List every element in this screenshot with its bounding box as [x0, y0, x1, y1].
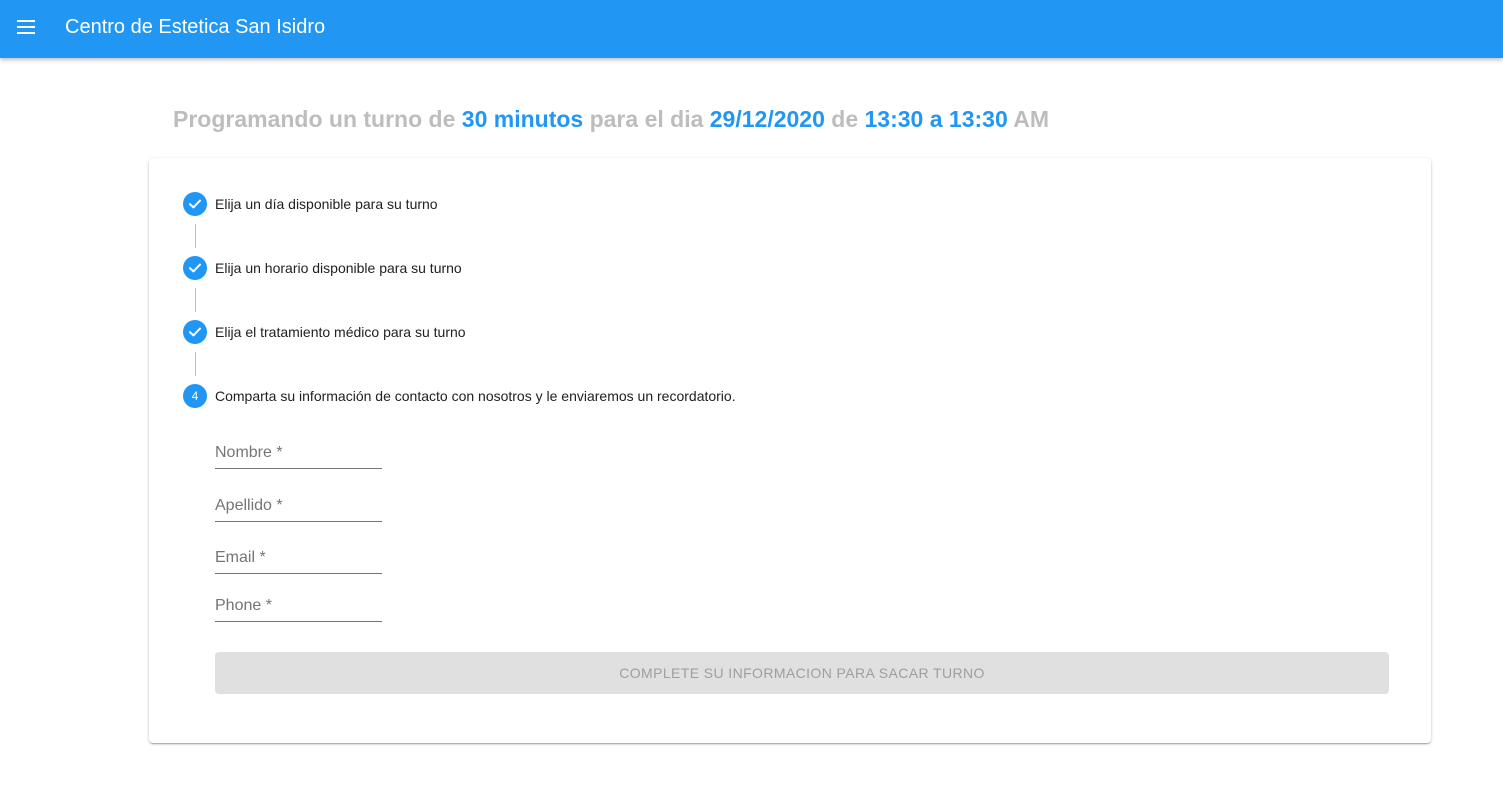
step-label: Elija el tratamiento médico para su turn… [215, 324, 466, 340]
nombre-field[interactable]: Nombre * [215, 433, 382, 469]
menu-icon[interactable] [12, 13, 40, 41]
step-3[interactable]: Elija el tratamiento médico para su turn… [183, 320, 466, 344]
step-connector [195, 352, 196, 376]
appointment-summary: Programando un turno de 30 minutos para … [173, 104, 1049, 134]
submit-button[interactable]: COMPLETE SU INFORMACION PARA SACAR TURNO [215, 652, 1389, 694]
summary-text-2: para el dia [583, 106, 710, 132]
nombre-label: Nombre * [215, 444, 283, 461]
phone-label: Phone * [215, 597, 272, 614]
stepper-card: Elija un día disponible para su turno El… [149, 158, 1431, 743]
step-label: Elija un día disponible para su turno [215, 196, 438, 212]
app-title: Centro de Estetica San Isidro [65, 16, 326, 38]
check-icon [183, 320, 207, 344]
phone-field[interactable]: Phone * [215, 586, 382, 622]
summary-date: 29/12/2020 [709, 106, 825, 132]
summary-time-range: 13:30 a 13:30 [864, 106, 1008, 132]
app-bar: Centro de Estetica San Isidro [0, 0, 1503, 58]
step-1[interactable]: Elija un día disponible para su turno [183, 192, 438, 216]
summary-text-1: Programando un turno de [173, 106, 462, 132]
check-icon [183, 192, 207, 216]
summary-text-3: de [824, 106, 865, 132]
summary-duration: 30 minutos [461, 106, 584, 132]
step-label: Elija un horario disponible para su turn… [215, 260, 462, 276]
apellido-field[interactable]: Apellido * [215, 486, 382, 522]
email-label: Email * [215, 549, 266, 566]
step-2[interactable]: Elija un horario disponible para su turn… [183, 256, 462, 280]
email-field[interactable]: Email * [215, 538, 382, 574]
step-connector [195, 288, 196, 312]
check-icon [183, 256, 207, 280]
step-number: 4 [183, 384, 207, 408]
step-4: 4 Comparta su información de contacto co… [183, 384, 736, 408]
step-label: Comparta su información de contacto con … [215, 388, 736, 404]
summary-text-4: AM [1007, 106, 1050, 132]
step-connector [195, 224, 196, 248]
apellido-label: Apellido * [215, 497, 283, 514]
